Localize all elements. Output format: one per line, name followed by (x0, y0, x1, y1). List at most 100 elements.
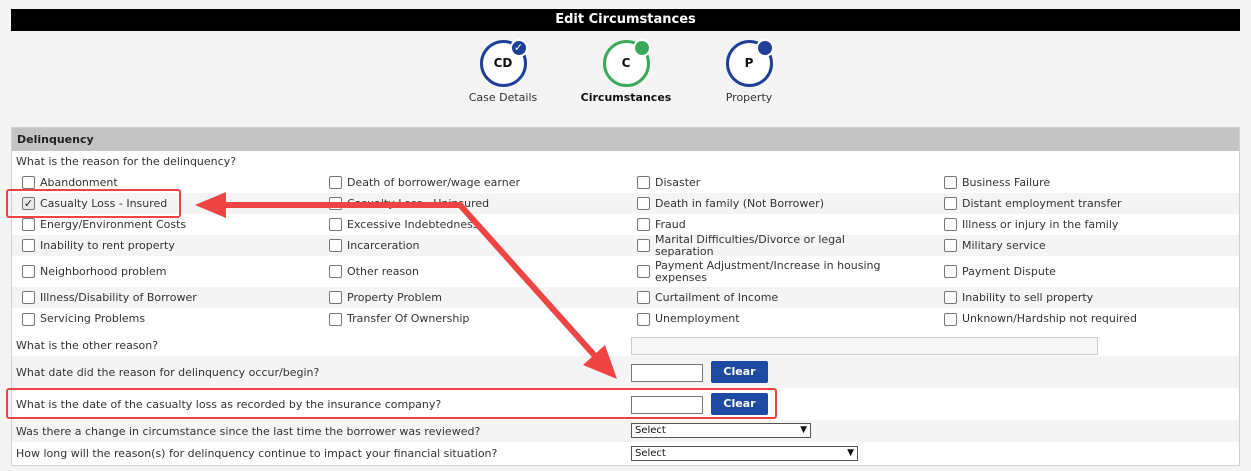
reason-row: Servicing Problems Transfer Of Ownership U… (12, 308, 1239, 330)
duration-select[interactable]: Select ▼ (631, 446, 858, 461)
reason-option[interactable]: Distant employment transfer (944, 193, 1234, 214)
step-label: Property (725, 91, 773, 104)
reason-checkbox[interactable] (944, 312, 957, 326)
reason-option[interactable]: Death in family (Not Borrower) (637, 193, 902, 214)
reason-checkbox[interactable] (329, 291, 342, 304)
page-title: Edit Circumstances (11, 9, 1240, 31)
reason-option[interactable]: Unknown/Hardship not required (944, 308, 1234, 330)
question-row-duration: How long will the reason(s) for delinque… (12, 442, 1239, 465)
change-select[interactable]: Select ▼ (631, 423, 811, 438)
reason-option[interactable]: Incarceration (329, 235, 619, 256)
reason-label: Inability to rent property (40, 238, 175, 252)
reason-label: Payment Adjustment/Increase in housing e… (655, 258, 881, 284)
reason-option[interactable]: Other reason (329, 256, 619, 287)
section-header: Delinquency (12, 128, 1239, 151)
reason-checkbox[interactable] (329, 239, 342, 252)
reason-option[interactable]: Payment Adjustment/Increase in housing e… (637, 256, 902, 287)
reason-checkbox[interactable] (637, 312, 650, 326)
reason-label: Payment Dispute (962, 264, 1056, 278)
reason-checkbox[interactable] (637, 197, 650, 210)
reason-row: Neighborhood problem Other reason Payment … (12, 256, 1239, 287)
question-label: What is the other reason? (16, 338, 159, 352)
reason-label: Neighborhood problem (40, 264, 167, 278)
reason-checkbox[interactable] (944, 218, 957, 231)
reason-checkbox[interactable] (22, 239, 35, 252)
reason-option[interactable]: Property Problem (329, 287, 619, 308)
reason-option[interactable]: Payment Dispute (944, 256, 1234, 287)
reason-checkbox[interactable] (944, 265, 957, 278)
other-reason-input[interactable] (631, 337, 1098, 355)
reason-option[interactable]: Curtailment of Income (637, 287, 902, 308)
in-progress-dot-icon (632, 39, 651, 57)
question-label: How long will the reason(s) for delinque… (16, 447, 498, 460)
reason-option[interactable]: Casualty Loss - Uninsured (329, 193, 619, 214)
question-row-other-reason: What is the other reason? (12, 334, 1239, 356)
reason-label: Energy/Environment Costs (40, 217, 187, 231)
reason-option[interactable]: Fraud (637, 214, 902, 235)
step-abbr: CD (493, 56, 513, 70)
reason-checkbox[interactable] (944, 239, 957, 252)
step-circle: C (602, 39, 651, 87)
reason-row: ✓ Casualty Loss - Insured Casualty Loss - … (12, 193, 1239, 214)
reason-option[interactable]: Illness or injury in the family (944, 214, 1234, 235)
reason-label: Unemployment (655, 312, 740, 325)
reason-row: Abandonment Death of borrower/wage earner… (12, 172, 1239, 193)
step-circle: CD ✓ (479, 39, 528, 87)
reason-checkbox[interactable] (944, 176, 957, 189)
reason-checkbox[interactable] (637, 239, 650, 252)
reason-label: Abandonment (40, 175, 118, 189)
reason-checkbox[interactable] (22, 291, 35, 304)
reason-label: Casualty Loss - Uninsured (347, 196, 490, 210)
reason-checkbox[interactable] (637, 265, 650, 278)
reason-option[interactable]: Illness/Disability of Borrower (22, 287, 312, 308)
reason-option[interactable]: Disaster (637, 172, 902, 193)
reason-label: Property Problem (347, 290, 443, 304)
reason-checkbox[interactable] (22, 312, 35, 326)
reason-checkbox[interactable] (329, 218, 342, 231)
reason-checkbox[interactable] (329, 197, 342, 210)
reason-option[interactable]: Servicing Problems (22, 308, 312, 330)
reason-row: Energy/Environment Costs Excessive Indebt… (12, 214, 1239, 235)
reason-option[interactable]: Death of borrower/wage earner (329, 172, 619, 193)
reason-option[interactable]: Transfer Of Ownership (329, 308, 619, 330)
clear-button[interactable]: Clear (711, 361, 768, 383)
question-label: What date did the reason for delinquency… (16, 365, 320, 379)
reason-checkbox[interactable] (22, 265, 35, 278)
annotation-highlight-question (6, 388, 777, 419)
reason-label: Disaster (655, 175, 701, 189)
reason-option[interactable]: Unemployment (637, 308, 902, 330)
select-value: Select (635, 425, 666, 436)
reason-checkbox[interactable] (22, 176, 35, 189)
reason-label: Business Failure (962, 175, 1051, 189)
step-circumstances[interactable]: C Circumstances (566, 39, 686, 104)
reason-checkbox[interactable] (637, 218, 650, 231)
reason-label: Death in family (Not Borrower) (655, 196, 824, 210)
reason-checkbox[interactable] (637, 291, 650, 304)
step-abbr: C (621, 56, 631, 70)
reason-checkbox[interactable] (329, 312, 342, 326)
reason-option[interactable]: Marital Difficulties/Divorce or legal se… (637, 232, 902, 258)
reason-label: Unknown/Hardship not required (962, 312, 1137, 325)
reason-option[interactable]: Excessive Indebtedness (329, 214, 619, 235)
reason-option[interactable]: Business Failure (944, 172, 1234, 193)
question-row: What is the reason for the delinquency? (12, 151, 1239, 172)
reason-checkbox[interactable] (22, 218, 35, 231)
reason-label: Servicing Problems (40, 312, 146, 325)
step-label: Case Details (468, 91, 538, 104)
reason-date-input[interactable] (631, 364, 703, 382)
reason-option[interactable]: Military service (944, 235, 1234, 256)
reason-checkbox[interactable] (637, 176, 650, 189)
reason-checkbox[interactable] (944, 291, 957, 304)
reason-label: Military service (962, 238, 1046, 252)
step-case-details[interactable]: CD ✓ Case Details (443, 39, 563, 104)
reason-option[interactable]: Neighborhood problem (22, 256, 312, 287)
reason-checkbox[interactable] (329, 265, 342, 278)
reason-option[interactable]: Inability to sell property (944, 287, 1234, 308)
question-row-reason-date: What date did the reason for delinquency… (12, 356, 1239, 388)
reason-checkbox[interactable] (944, 197, 957, 210)
step-property[interactable]: P Property (689, 39, 809, 104)
reason-option[interactable]: Inability to rent property (22, 235, 312, 256)
reason-row: Illness/Disability of Borrower Property P… (12, 287, 1239, 308)
reason-checkbox[interactable] (329, 176, 342, 189)
reason-label: Marital Difficulties/Divorce or legal se… (655, 232, 845, 258)
